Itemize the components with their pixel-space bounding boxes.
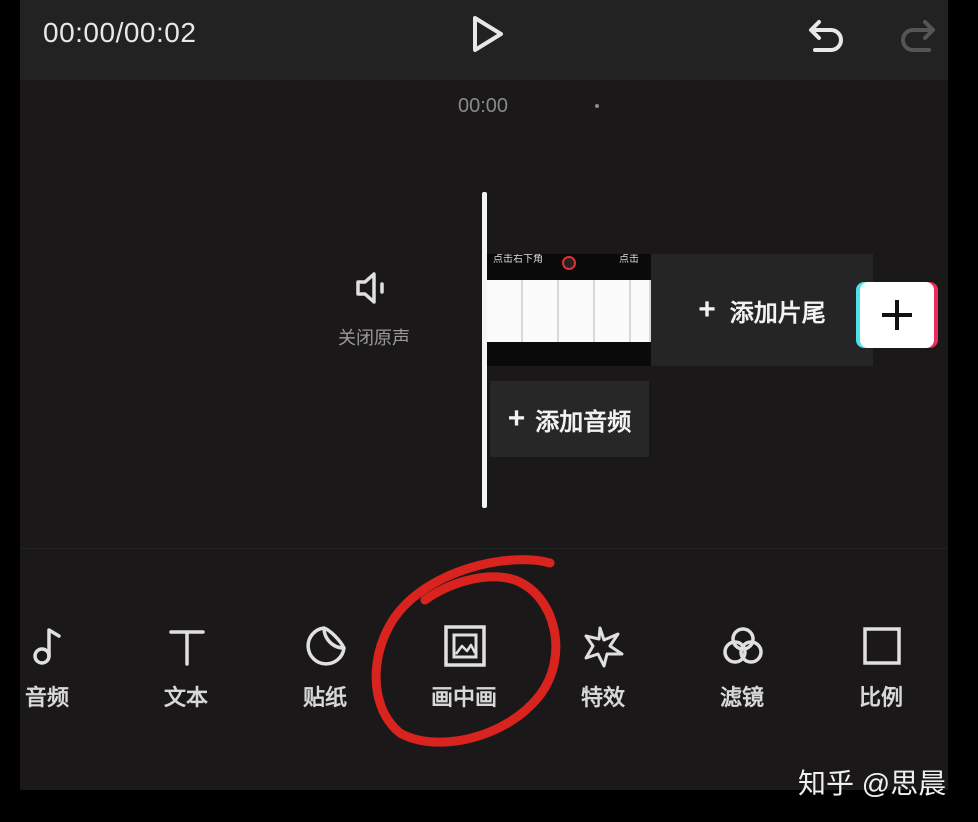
toolbar-item-label: 音频 xyxy=(24,685,69,710)
toolbar-item-label: 滤镜 xyxy=(719,685,764,710)
toolbar-item-audio[interactable]: 音频 xyxy=(2,622,92,722)
clip-frame xyxy=(595,280,631,342)
watermark: 知乎 @思晨 xyxy=(798,768,947,799)
add-ending-button[interactable]: + 添加片尾 xyxy=(651,254,873,366)
toolbar-item-label: 特效 xyxy=(580,685,625,710)
toolbar-item-sticker[interactable]: 贴纸 xyxy=(280,622,370,722)
add-clip-button[interactable] xyxy=(860,282,934,348)
toolbar-item-picture-in-picture[interactable]: 画中画 xyxy=(419,622,509,722)
timeline-ruler-time: 00:00 xyxy=(458,95,509,117)
toolbar-divider xyxy=(20,548,948,549)
clip-frame xyxy=(487,280,523,342)
add-audio-button[interactable]: + 添加音频 xyxy=(490,381,649,457)
undo-icon xyxy=(809,20,843,52)
clip-frame xyxy=(523,280,559,342)
toolbar-item-label: 比例 xyxy=(858,685,903,710)
effects-star-icon xyxy=(584,626,624,668)
redo-icon xyxy=(901,20,935,52)
toolbar-item-label: 文本 xyxy=(163,685,208,710)
toolbar-item-ratio[interactable]: 比例 xyxy=(836,622,926,722)
picture-in-picture-icon xyxy=(444,625,486,667)
toolbar-item-label: 画中画 xyxy=(430,685,497,710)
video-clip[interactable]: 点击右下角 点击 xyxy=(487,254,651,366)
clip-frame xyxy=(559,280,595,342)
share-icon xyxy=(562,256,576,270)
ratio-icon xyxy=(863,627,901,665)
play-icon xyxy=(473,16,503,52)
plus-icon xyxy=(895,300,899,330)
music-note-icon xyxy=(33,628,61,665)
toolbar-item-effects[interactable]: 特效 xyxy=(558,622,648,722)
speaker-icon xyxy=(356,272,384,304)
text-icon xyxy=(169,630,205,666)
toolbar-item-text[interactable]: 文本 xyxy=(141,622,231,722)
playback-time-readout: 00:00/00:02 xyxy=(43,17,197,48)
play-button[interactable] xyxy=(468,14,506,54)
timeline-playhead[interactable] xyxy=(482,192,487,508)
plus-icon: + xyxy=(507,402,526,435)
add-audio-label: 添加音频 xyxy=(535,408,632,436)
toolbar-item-filter[interactable]: 滤镜 xyxy=(697,622,787,722)
plus-icon: + xyxy=(698,293,716,326)
mute-original-sound-label: 关闭原声 xyxy=(338,328,410,348)
clip-frame xyxy=(631,280,651,342)
clip-caption: 点击 xyxy=(619,254,639,265)
add-ending-label: 添加片尾 xyxy=(729,299,826,327)
toolbar-item-label: 贴纸 xyxy=(302,685,347,710)
undo-button[interactable] xyxy=(805,12,849,56)
sticker-icon xyxy=(306,626,346,666)
video-editor-screen: 00:00/00:02 00:00 关闭原声 点击右下角 点击 + 添加片尾 +… xyxy=(0,0,978,822)
mute-original-sound-button[interactable]: 关闭原声 xyxy=(330,268,418,348)
filter-icon xyxy=(723,627,763,664)
redo-button[interactable] xyxy=(895,12,939,56)
clip-caption: 点击右下角 xyxy=(493,254,543,265)
timeline-ruler-dot xyxy=(595,104,599,108)
